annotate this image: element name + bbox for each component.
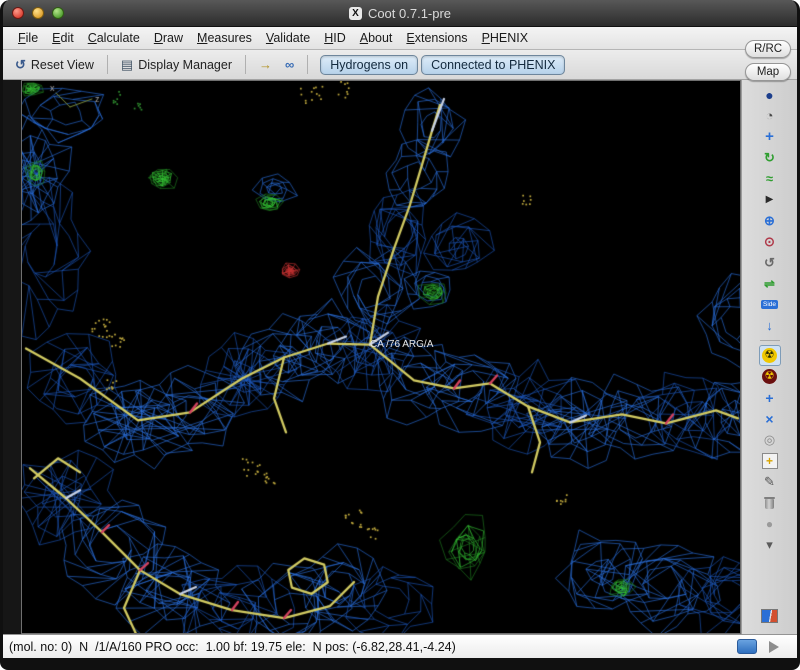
tool-icon-group: ☢ ☢ + × ◎ + ✎ ● ▾ bbox=[758, 345, 781, 555]
toolbar-toggles: Hydrogens on Connected to PHENIX bbox=[317, 54, 566, 75]
label-atom-icon[interactable]: ⊙ bbox=[759, 231, 781, 252]
expander-triangle-icon[interactable] bbox=[769, 640, 779, 653]
viewport: CA /76 ARG/A bbox=[21, 80, 741, 634]
menu-calculate[interactable]: Calculate bbox=[81, 29, 147, 47]
more-tools-icon[interactable]: ▾ bbox=[759, 534, 781, 555]
rigid-body-fit-icon[interactable]: + bbox=[759, 387, 781, 408]
status-text: (mol. no: 0) N /1/A/160 PRO occ: 1.00 bf… bbox=[9, 639, 456, 654]
go-to-ligand-icon: ∞ bbox=[285, 57, 295, 72]
side-view-icon[interactable]: Side bbox=[759, 294, 781, 315]
viewport-canvas[interactable] bbox=[22, 81, 740, 633]
menu-extensions[interactable]: Extensions bbox=[399, 29, 474, 47]
scrollbar-thumb[interactable] bbox=[737, 639, 757, 654]
exchange-maps-icon[interactable]: ⇌ bbox=[759, 273, 781, 294]
navigation-sphere-icon[interactable]: ● bbox=[759, 84, 781, 105]
minimize-button[interactable] bbox=[32, 7, 44, 19]
go-to-atom-button[interactable]: → bbox=[255, 55, 276, 74]
recentre-view-icon[interactable]: ◔ bbox=[759, 105, 781, 126]
menu-edit[interactable]: Edit bbox=[45, 29, 81, 47]
toolbar-separator bbox=[106, 55, 108, 74]
menu-phenix[interactable]: PHENIX bbox=[475, 29, 536, 47]
picture-icon bbox=[761, 608, 778, 623]
menu-measures[interactable]: Measures bbox=[190, 29, 259, 47]
toolbar-separator bbox=[307, 55, 309, 74]
main-area: CA /76 ARG/A ● ◔ + ↻ ≈ ▶ ⊕ ⊙ ↺ ⇌ Side ↓ ☢ ☢ + × ◎ + ✎ ● ▾ bbox=[3, 80, 797, 634]
window-title: Coot 0.7.1-pre bbox=[367, 5, 452, 21]
side-button-rrc[interactable]: R/RC bbox=[745, 40, 791, 58]
regularize-icon[interactable]: ☢ bbox=[759, 366, 781, 387]
play-icon[interactable]: ▶ bbox=[759, 189, 781, 210]
menu-draw[interactable]: Draw bbox=[147, 29, 190, 47]
title-bar: X Coot 0.7.1-pre bbox=[3, 0, 797, 27]
trash-icon bbox=[764, 496, 775, 509]
menu-about[interactable]: About bbox=[353, 29, 400, 47]
menu-hid[interactable]: HID bbox=[317, 29, 353, 47]
strip-separator bbox=[759, 340, 780, 341]
zoom-button[interactable] bbox=[52, 7, 64, 19]
menu-validate[interactable]: Validate bbox=[259, 29, 317, 47]
go-to-ligand-button[interactable]: ∞ bbox=[281, 55, 298, 74]
display-manager-button[interactable]: ▤ Display Manager bbox=[117, 55, 236, 75]
scroll-map-icon[interactable]: ↓ bbox=[759, 315, 781, 336]
window-title-area: X Coot 0.7.1-pre bbox=[3, 0, 797, 26]
status-bar: (mol. no: 0) N /1/A/160 PRO occ: 1.00 bf… bbox=[3, 634, 797, 658]
add-terminal-residue-icon[interactable]: + bbox=[759, 450, 781, 471]
edit-pencil-icon[interactable]: ✎ bbox=[759, 471, 781, 492]
rotate-view-icon[interactable]: ↻ bbox=[759, 147, 781, 168]
nav-icon-group: ● ◔ + ↻ ≈ ▶ ⊕ ⊙ ↺ ⇌ Side ↓ bbox=[759, 84, 781, 336]
toggle-connected-to-phenix[interactable]: Connected to PHENIX bbox=[421, 54, 566, 75]
reset-view-label: Reset View bbox=[30, 57, 94, 72]
sphere-refine-icon[interactable]: ● bbox=[759, 513, 781, 534]
menu-file[interactable]: File bbox=[11, 29, 45, 47]
rotate-translate-icon[interactable]: × bbox=[759, 408, 781, 429]
x11-icon: X bbox=[348, 6, 362, 20]
reset-view-icon: ↺ bbox=[15, 56, 26, 72]
side-button-map[interactable]: Map bbox=[745, 63, 791, 81]
toolbar: ↺ Reset View ▤ Display Manager → ∞ Hydro… bbox=[3, 50, 797, 80]
right-toolbar: ● ◔ + ↻ ≈ ▶ ⊕ ⊙ ↺ ⇌ Side ↓ ☢ ☢ + × ◎ + ✎ ● ▾ bbox=[741, 80, 797, 634]
menu-bar: File Edit Calculate Draw Measures Validate HID… bbox=[3, 27, 797, 50]
bottom-icon-slot bbox=[759, 605, 781, 626]
real-space-refine-icon[interactable]: ☢ bbox=[758, 345, 781, 366]
delete-item-icon[interactable] bbox=[759, 492, 781, 513]
display-manager-label: Display Manager bbox=[138, 57, 232, 72]
atom-centre-icon[interactable]: ⊕ bbox=[759, 210, 781, 231]
close-button[interactable] bbox=[12, 7, 24, 19]
traffic-lights bbox=[12, 7, 64, 19]
toggle-hydrogens-on[interactable]: Hydrogens on bbox=[320, 54, 419, 75]
display-manager-icon: ▤ bbox=[120, 56, 134, 72]
coot-window: X Coot 0.7.1-pre File Edit Calculate Draw Me… bbox=[0, 0, 800, 670]
go-to-atom-icon: → bbox=[259, 57, 272, 72]
auto-fit-rotamer-icon[interactable]: ◎ bbox=[759, 429, 781, 450]
undo-symbol-icon[interactable]: ↺ bbox=[759, 252, 781, 273]
reset-view-button[interactable]: ↺ Reset View bbox=[11, 55, 98, 75]
toolbar-separator bbox=[245, 55, 246, 74]
torsion-icon[interactable]: ≈ bbox=[759, 168, 781, 189]
screenshot-icon[interactable] bbox=[759, 605, 781, 626]
translate-view-icon[interactable]: + bbox=[759, 126, 781, 147]
